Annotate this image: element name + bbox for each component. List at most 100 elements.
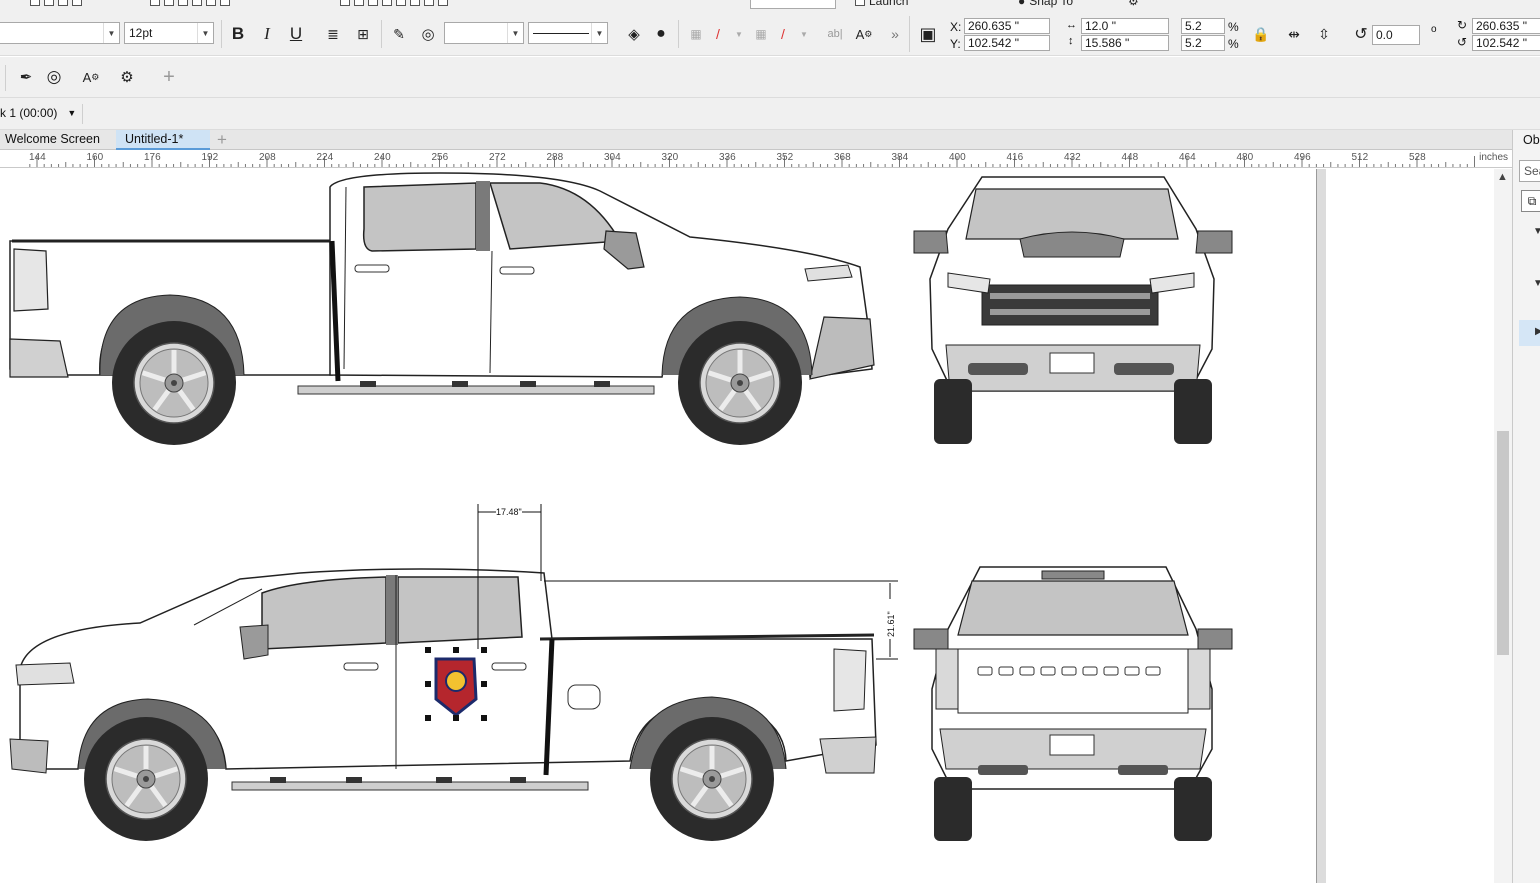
page-border-shadow (1316, 169, 1326, 883)
launch-menu[interactable]: Launch (855, 0, 908, 8)
divider (5, 65, 6, 91)
property-bar: ▼ 12pt ▼ B I U ≣ ⊞ ✎ ◎ ▼ ▼ ◈ ● ▦ / ▼ ▦ /… (0, 12, 1540, 56)
truck-side-view-top[interactable] (9, 172, 875, 445)
pen-icon[interactable]: ✎ (388, 23, 410, 45)
no-color-icon: / (781, 26, 785, 42)
ruler-label: 496 (1294, 152, 1311, 163)
transparency-icon[interactable]: ● (650, 23, 672, 45)
layers-icon[interactable]: ⧉ (1521, 190, 1540, 212)
rotation-field[interactable]: 0.0 (1372, 25, 1420, 45)
tab-welcome-screen[interactable]: Welcome Screen (0, 130, 110, 150)
no-fill-icon: / (716, 26, 720, 42)
divider (909, 16, 910, 52)
truck-rear-view[interactable] (913, 566, 1233, 841)
style-settings-icon[interactable]: ⚙ (116, 66, 138, 88)
center-y-field[interactable]: 102.542 " (1472, 35, 1540, 51)
y-label: Y: (950, 37, 961, 51)
percent-label: % (1228, 20, 1239, 34)
options-gear-icon[interactable]: ⚙ (1128, 0, 1139, 8)
chevron-down-icon[interactable]: ▼ (197, 23, 213, 43)
rotation-center-icon: ↻ (1457, 18, 1468, 32)
outline-width-field[interactable]: ▼ (444, 22, 524, 44)
fill-bucket-icon[interactable]: ◈ (623, 23, 645, 45)
coreldraw-window: Launch ● Snap To ⚙ ▼ 12pt ▼ B I U ≣ ⊞ ✎ ◎… (0, 0, 1540, 883)
more-options-icon[interactable]: » (884, 23, 906, 45)
horizontal-ruler[interactable]: inches 144 160 176 192 208 224 240 256 272 288 304… (0, 150, 1512, 168)
bold-button[interactable]: B (227, 23, 249, 45)
chevron-down-icon[interactable]: ▼ (507, 23, 523, 43)
document-tabs: Welcome Screen Untitled-1* + (0, 130, 1512, 150)
add-tab-icon[interactable]: + (212, 130, 232, 150)
width-field[interactable]: 12.0 " (1081, 18, 1169, 34)
width-icon: ↔ (1066, 19, 1077, 31)
position-x-field[interactable]: 260.635 " (964, 18, 1050, 34)
lock-ratio-icon[interactable]: 🔒 (1250, 23, 1272, 45)
divider (381, 20, 382, 48)
reference-point-icon[interactable]: ▣ (917, 23, 939, 45)
ruler-label: 304 (604, 152, 621, 163)
docker-search-input[interactable]: Sea (1519, 160, 1540, 182)
scrollbar-thumb[interactable] (1497, 431, 1509, 655)
ruler-label: 368 (834, 152, 851, 163)
page-selector[interactable]: k 1 (00:00) ▼ (0, 106, 76, 120)
docker-selected-item[interactable]: ▶ (1519, 320, 1540, 346)
ruler-label: 352 (776, 152, 794, 163)
font-list-field[interactable]: ▼ (0, 22, 120, 44)
ruler-label: 400 (949, 152, 966, 163)
text-style-icon[interactable]: A ⚙ (80, 66, 102, 88)
paragraph-format-icon[interactable]: ≣ (322, 23, 344, 45)
vertical-scrollbar[interactable]: ▲ (1494, 169, 1512, 883)
ruler-label: 176 (144, 152, 161, 163)
scale-y-field[interactable]: 5.2 (1181, 35, 1225, 51)
text-frame-icon[interactable]: ⊞ (352, 23, 374, 45)
text-properties-icon: ab| (827, 28, 843, 40)
ruler-label: 240 (374, 152, 391, 163)
rotation-center-icon: ↺ (1457, 35, 1468, 49)
ruler-label: 144 (29, 152, 46, 163)
chevron-down-icon[interactable]: ▼ (1533, 226, 1540, 237)
line-style-field[interactable]: ▼ (528, 22, 608, 44)
standard-toolbar: Launch ● Snap To ⚙ (0, 0, 1540, 12)
italic-button[interactable]: I (256, 23, 278, 45)
zoom-level-field[interactable] (750, 0, 836, 9)
ruler-label: 336 (719, 152, 736, 163)
truck-front-view[interactable] (913, 176, 1233, 444)
vehicle-template-drawing[interactable]: 17.48" 21.61" (0, 169, 1312, 883)
chevron-down-icon[interactable]: ▼ (1533, 278, 1540, 289)
scroll-up-icon[interactable]: ▲ (1497, 171, 1508, 183)
snap-to-menu[interactable]: ● Snap To (1018, 0, 1073, 8)
font-size-field[interactable]: 12pt ▼ (124, 22, 214, 44)
chevron-down-icon[interactable]: ▼ (103, 23, 119, 43)
height-icon: ↕ (1068, 35, 1074, 47)
chevron-down-icon[interactable]: ▼ (67, 108, 76, 118)
add-icon[interactable]: + (158, 66, 180, 88)
height-field[interactable]: 15.586 " (1081, 35, 1169, 51)
toolbar-icons-2[interactable] (150, 0, 230, 8)
position-y-field[interactable]: 102.542 " (964, 35, 1050, 51)
center-x-field[interactable]: 260.635 " (1472, 18, 1540, 34)
chevron-down-icon[interactable]: ▼ (591, 23, 607, 43)
page-selector-label: k 1 (00:00) (0, 106, 58, 120)
underline-button[interactable]: U (285, 23, 307, 45)
ruler-ticks (29, 156, 1475, 167)
chevron-right-icon[interactable]: ▶ (1535, 326, 1540, 337)
ruler-label: 208 (259, 152, 276, 163)
divider (82, 104, 83, 124)
drawing-canvas[interactable]: 17.48" 21.61" ▲ (0, 169, 1512, 883)
x-label: X: (950, 20, 962, 34)
secondary-toolbar: ✒ ◎ A ⚙ ⚙ + (0, 57, 1540, 98)
toolbar-icons-3[interactable] (340, 0, 448, 8)
tab-untitled[interactable]: Untitled-1* (116, 130, 210, 150)
toolbar-icons[interactable] (30, 0, 82, 8)
mirror-vertical-icon[interactable]: ⇳ (1313, 23, 1335, 45)
chevron-down-icon: ▼ (735, 29, 743, 39)
rotate-icon: ↺ (1354, 26, 1368, 43)
divider (678, 20, 679, 48)
outline-icon[interactable]: ◎ (417, 23, 439, 45)
scale-x-field[interactable]: 5.2 (1181, 18, 1225, 34)
mirror-horizontal-icon[interactable]: ⇹ (1283, 23, 1305, 45)
font-settings-icon[interactable]: A ⚙ (853, 23, 875, 45)
outline-icon[interactable]: ◎ (43, 66, 65, 88)
pen-icon[interactable]: ✒ (15, 66, 37, 88)
divider (221, 20, 222, 48)
